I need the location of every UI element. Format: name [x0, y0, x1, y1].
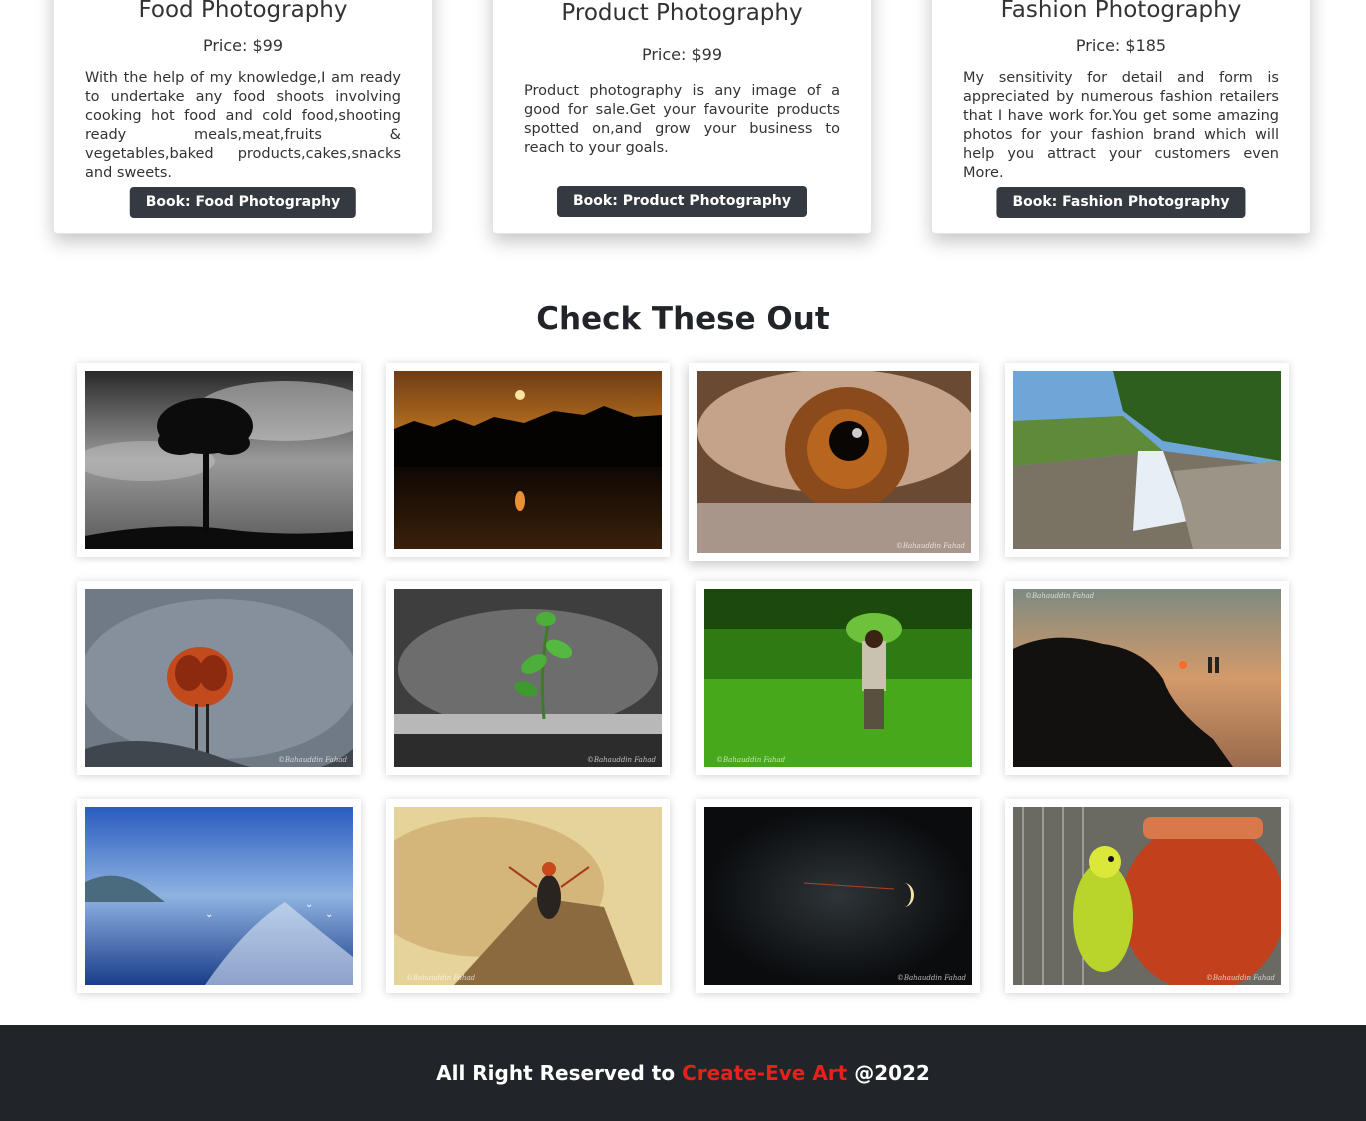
watermark: ©Bahauddin Fahad	[716, 756, 786, 764]
service-card-product: Product Photography Price: $99 Product p…	[492, 0, 872, 234]
service-description: My sensitivity for detail and form is ap…	[963, 70, 1279, 181]
gallery-photo-moon[interactable]: ©Bahauddin Fahad	[696, 799, 980, 993]
svg-text:⌄: ⌄	[205, 909, 213, 920]
service-price: Price: $185	[1075, 36, 1167, 55]
gallery-photo-tree[interactable]	[77, 363, 361, 557]
gallery-photo-insect[interactable]: ©Bahauddin Fahad	[386, 799, 670, 993]
photo-fly-macro: ©Bahauddin Fahad	[85, 589, 353, 767]
footer-year: @2022	[854, 1061, 930, 1085]
photo-farmer-in-paddy: ©Bahauddin Fahad	[704, 589, 972, 767]
service-price: Price: $99	[641, 45, 723, 64]
book-product-button[interactable]: Book: Product Photography	[557, 186, 807, 217]
photo-insect-on-wood: ©Bahauddin Fahad	[394, 807, 662, 985]
book-fashion-button[interactable]: Book: Fashion Photography	[996, 187, 1246, 218]
service-title: Food Photography	[138, 0, 348, 23]
footer-brand-link[interactable]: Create-Eve Art	[682, 1061, 847, 1085]
gallery-photo-sea[interactable]: ⌄ ⌄ ⌄	[77, 799, 361, 993]
svg-text:⌄: ⌄	[305, 899, 313, 910]
photo-waterfall	[1013, 371, 1281, 549]
site-footer: All Right Reserved to Create-Eve Art @20…	[0, 1025, 1366, 1121]
photo-sea-with-gulls: ⌄ ⌄ ⌄	[85, 807, 353, 985]
gallery-photo-sunset-lake[interactable]	[386, 363, 670, 557]
service-card-food: Food Photography Price: $99 With the hel…	[53, 0, 433, 234]
gallery-photo-beach[interactable]: ©Bahauddin Fahad	[1005, 581, 1289, 775]
service-description: With the help of my knowledge,I am ready…	[85, 70, 401, 181]
watermark: ©Bahauddin Fahad	[1025, 592, 1095, 600]
gallery-title: Check These Out	[536, 301, 830, 337]
watermark: ©Bahauddin Fahad	[406, 974, 476, 982]
gallery-photo-waterfall[interactable]	[1005, 363, 1289, 557]
footer-prefix: All Right Reserved to	[436, 1061, 676, 1085]
watermark: ©Bahauddin Fahad	[895, 542, 965, 550]
gallery-photo-farmer[interactable]: ©Bahauddin Fahad	[696, 581, 980, 775]
svg-text:⌄: ⌄	[325, 909, 333, 920]
service-price: Price: $99	[202, 36, 284, 55]
gallery-photo-eye[interactable]: ©Bahauddin Fahad	[689, 363, 979, 561]
photo-sunset-lake	[394, 371, 662, 549]
photo-tree-silhouette	[85, 371, 353, 549]
photo-plant-sprout: ©Bahauddin Fahad	[394, 589, 662, 767]
service-title: Fashion Photography	[1000, 0, 1242, 23]
watermark: ©Bahauddin Fahad	[586, 756, 656, 764]
service-card-fashion: Fashion Photography Price: $185 My sensi…	[931, 0, 1311, 234]
book-food-button[interactable]: Book: Food Photography	[129, 187, 357, 218]
photo-beach-sunset-rocks: ©Bahauddin Fahad	[1013, 589, 1281, 767]
watermark: ©Bahauddin Fahad	[1205, 974, 1275, 982]
service-description: Product photography is any image of a go…	[524, 83, 840, 156]
photo-parrot-on-pot: ©Bahauddin Fahad	[1013, 807, 1281, 985]
photo-moon-night: ©Bahauddin Fahad	[704, 807, 972, 985]
photo-eye-closeup: ©Bahauddin Fahad	[697, 371, 971, 553]
gallery-photo-plant[interactable]: ©Bahauddin Fahad	[386, 581, 670, 775]
gallery-photo-fly[interactable]: ©Bahauddin Fahad	[77, 581, 361, 775]
watermark: ©Bahauddin Fahad	[896, 974, 966, 982]
gallery-photo-parrot[interactable]: ©Bahauddin Fahad	[1005, 799, 1289, 993]
service-title: Product Photography	[561, 0, 803, 26]
watermark: ©Bahauddin Fahad	[277, 756, 347, 764]
